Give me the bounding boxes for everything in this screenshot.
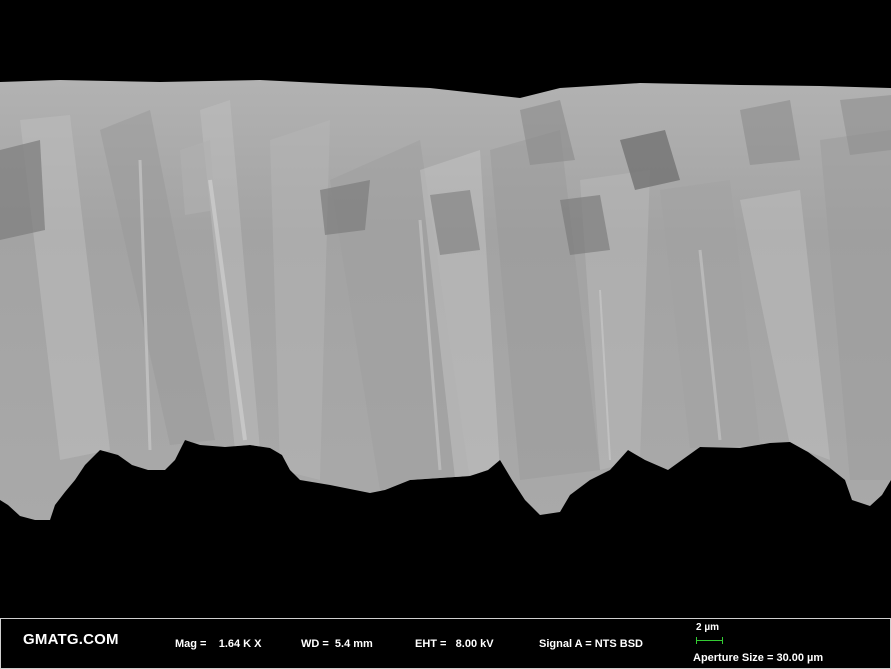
sem-image	[0, 80, 891, 520]
signal-label: Signal A = NTS BSD	[539, 638, 644, 650]
scale-bar-label: 2 µm	[696, 622, 719, 633]
sem-micrograph	[0, 0, 891, 618]
eht-label: EHT = 8.00 kV	[415, 638, 494, 650]
sem-info-bar: GMATG.COM Mag = 1.64 K X WD = 5.4 mm EHT…	[0, 618, 891, 669]
magnification-label: Mag = 1.64 K X	[175, 638, 262, 650]
scale-bar-icon	[696, 637, 723, 644]
aperture-size-label: Aperture Size = 30.00 µm	[693, 652, 824, 664]
scale-bar-group: 2 µm	[693, 622, 733, 650]
brand-label: GMATG.COM	[23, 631, 119, 648]
working-distance-label: WD = 5.4 mm	[301, 638, 373, 650]
